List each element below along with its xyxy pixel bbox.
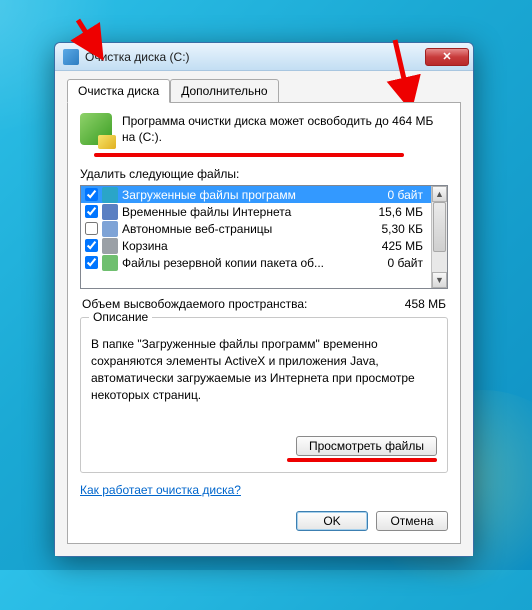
scroll-down-icon[interactable]: ▼ xyxy=(432,272,447,288)
file-size: 5,30 КБ xyxy=(369,222,427,236)
file-name: Загруженные файлы программ xyxy=(122,188,365,202)
list-item[interactable]: Корзина 425 МБ xyxy=(81,237,431,254)
annotation-underline-1 xyxy=(94,153,404,157)
client-area: Очистка диска Дополнительно Программа оч… xyxy=(55,71,473,556)
file-type-icon xyxy=(102,255,118,271)
description-group: Описание В папке "Загруженные файлы прог… xyxy=(80,317,448,473)
description-text: В папке "Загруженные файлы программ" вре… xyxy=(91,336,437,430)
summary: Программа очистки диска может освободить… xyxy=(80,113,448,145)
tab-cleanup[interactable]: Очистка диска xyxy=(67,79,170,103)
file-size: 15,6 МБ xyxy=(369,205,427,219)
file-checkbox[interactable] xyxy=(85,239,98,252)
summary-line2: на (C:). xyxy=(122,129,433,145)
tab-additional[interactable]: Дополнительно xyxy=(170,79,278,103)
file-name: Файлы резервной копии пакета об... xyxy=(122,256,365,270)
file-checkbox[interactable] xyxy=(85,188,98,201)
app-icon xyxy=(63,49,79,65)
window-title: Очистка диска (C:) xyxy=(85,50,425,64)
file-type-icon xyxy=(102,238,118,254)
close-icon: ✕ xyxy=(442,50,451,63)
total-value: 458 МБ xyxy=(405,297,446,311)
tab-strip: Очистка диска Дополнительно xyxy=(67,79,461,103)
file-name: Корзина xyxy=(122,239,365,253)
file-size: 0 байт xyxy=(369,188,427,202)
list-item[interactable]: Загруженные файлы программ 0 байт xyxy=(81,186,431,203)
annotation-underline-2 xyxy=(287,458,437,462)
list-item[interactable]: Файлы резервной копии пакета об... 0 байт xyxy=(81,254,431,271)
tab-panel: Программа очистки диска может освободить… xyxy=(67,102,461,544)
scrollbar[interactable]: ▲ ▼ xyxy=(431,186,447,288)
summary-line1: Программа очистки диска может освободить… xyxy=(122,113,433,129)
file-checkbox[interactable] xyxy=(85,256,98,269)
summary-text: Программа очистки диска может освободить… xyxy=(122,113,433,145)
file-checkbox[interactable] xyxy=(85,205,98,218)
ok-button[interactable]: OK xyxy=(296,511,368,531)
file-type-icon xyxy=(102,204,118,220)
file-type-icon xyxy=(102,187,118,203)
total-label: Объем высвобождаемого пространства: xyxy=(82,297,307,311)
file-name: Временные файлы Интернета xyxy=(122,205,365,219)
group-title: Описание xyxy=(89,310,152,324)
scroll-thumb[interactable] xyxy=(433,202,446,252)
view-files-button[interactable]: Просмотреть файлы xyxy=(296,436,437,456)
files-label: Удалить следующие файлы: xyxy=(80,167,448,181)
file-checkbox[interactable] xyxy=(85,222,98,235)
scroll-up-icon[interactable]: ▲ xyxy=(432,186,447,202)
disk-cleanup-window: Очистка диска (C:) ✕ Очистка диска Допол… xyxy=(54,42,474,557)
disk-cleanup-icon xyxy=(80,113,112,145)
total-line: Объем высвобождаемого пространства: 458 … xyxy=(82,297,446,311)
close-button[interactable]: ✕ xyxy=(425,48,469,66)
help-link[interactable]: Как работает очистка диска? xyxy=(80,483,241,497)
file-name: Автономные веб-страницы xyxy=(122,222,365,236)
list-item[interactable]: Временные файлы Интернета 15,6 МБ xyxy=(81,203,431,220)
list-item[interactable]: Автономные веб-страницы 5,30 КБ xyxy=(81,220,431,237)
titlebar[interactable]: Очистка диска (C:) ✕ xyxy=(55,43,473,71)
file-list: Загруженные файлы программ0 байтВременны… xyxy=(80,185,448,289)
dialog-buttons: OK Отмена xyxy=(80,511,448,531)
file-size: 425 МБ xyxy=(369,239,427,253)
file-type-icon xyxy=(102,221,118,237)
file-size: 0 байт xyxy=(369,256,427,270)
cancel-button[interactable]: Отмена xyxy=(376,511,448,531)
